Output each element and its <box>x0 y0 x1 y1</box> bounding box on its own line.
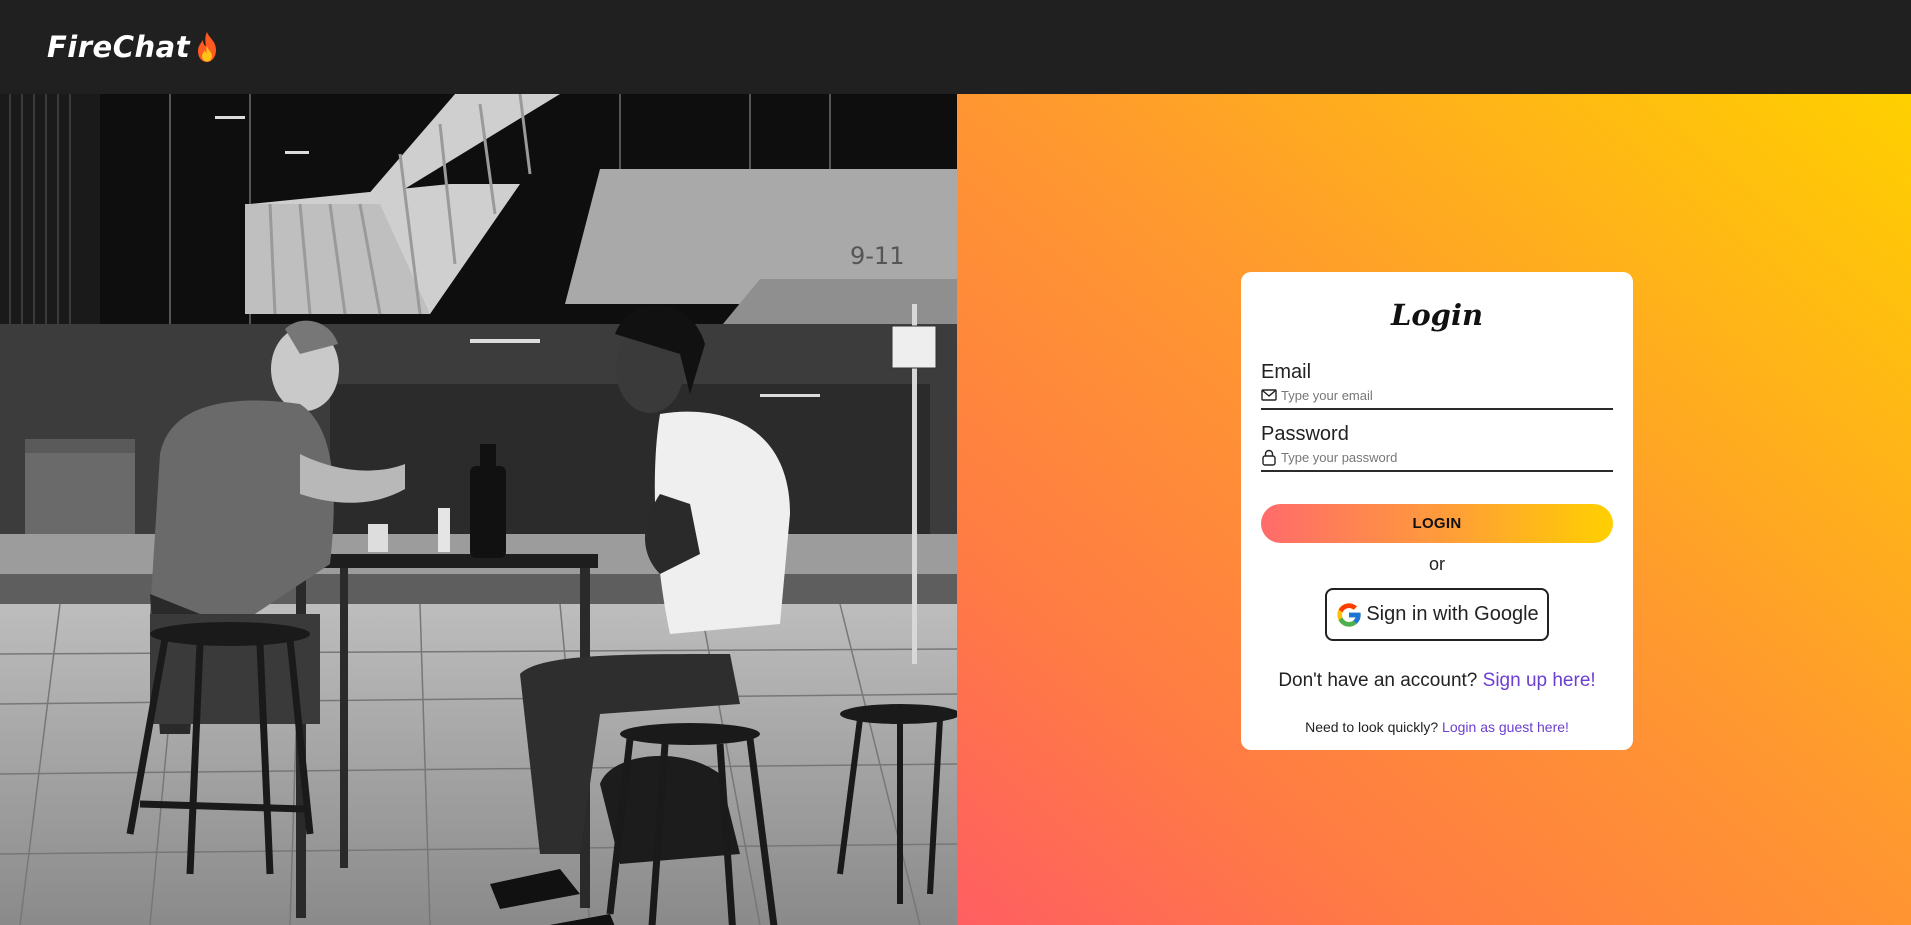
mail-icon <box>1261 389 1277 401</box>
signup-prompt: Don't have an account? <box>1278 670 1478 691</box>
password-input[interactable] <box>1281 449 1613 465</box>
hero-photo-illustration: 9-11 <box>0 94 957 925</box>
brand-name: FireChat <box>47 30 191 64</box>
brand-logo-link[interactable]: FireChat <box>47 30 220 64</box>
signup-prompt-row: Don't have an account? Sign up here! <box>1241 670 1633 692</box>
password-field-group: Password <box>1261 422 1613 472</box>
guest-prompt: Need to look quickly? <box>1305 719 1439 735</box>
google-sign-in-button[interactable]: Sign in with Google <box>1325 588 1549 641</box>
hero-photo: 9-11 <box>0 94 957 925</box>
or-divider: or <box>1428 554 1445 574</box>
guest-login-link[interactable]: Login as guest here! <box>1442 719 1569 735</box>
email-input-row <box>1261 384 1613 410</box>
login-button[interactable]: LOGIN <box>1261 504 1613 543</box>
flame-icon <box>194 31 220 63</box>
email-input[interactable] <box>1281 387 1613 403</box>
login-card: Login Email Password LOGIN or <box>1241 272 1633 750</box>
google-icon <box>1337 602 1361 627</box>
lock-icon <box>1262 449 1276 466</box>
svg-text:9-11: 9-11 <box>850 242 904 270</box>
navbar: FireChat <box>0 0 1911 94</box>
google-button-label: Sign in with Google <box>1366 603 1539 625</box>
login-title: Login <box>1390 298 1484 332</box>
password-input-row <box>1261 446 1613 472</box>
email-field-group: Email <box>1261 360 1613 410</box>
email-label: Email <box>1261 361 1312 383</box>
guest-prompt-row: Need to look quickly? Login as guest her… <box>1241 719 1633 735</box>
password-label: Password <box>1261 423 1349 445</box>
signup-link[interactable]: Sign up here! <box>1483 670 1596 691</box>
